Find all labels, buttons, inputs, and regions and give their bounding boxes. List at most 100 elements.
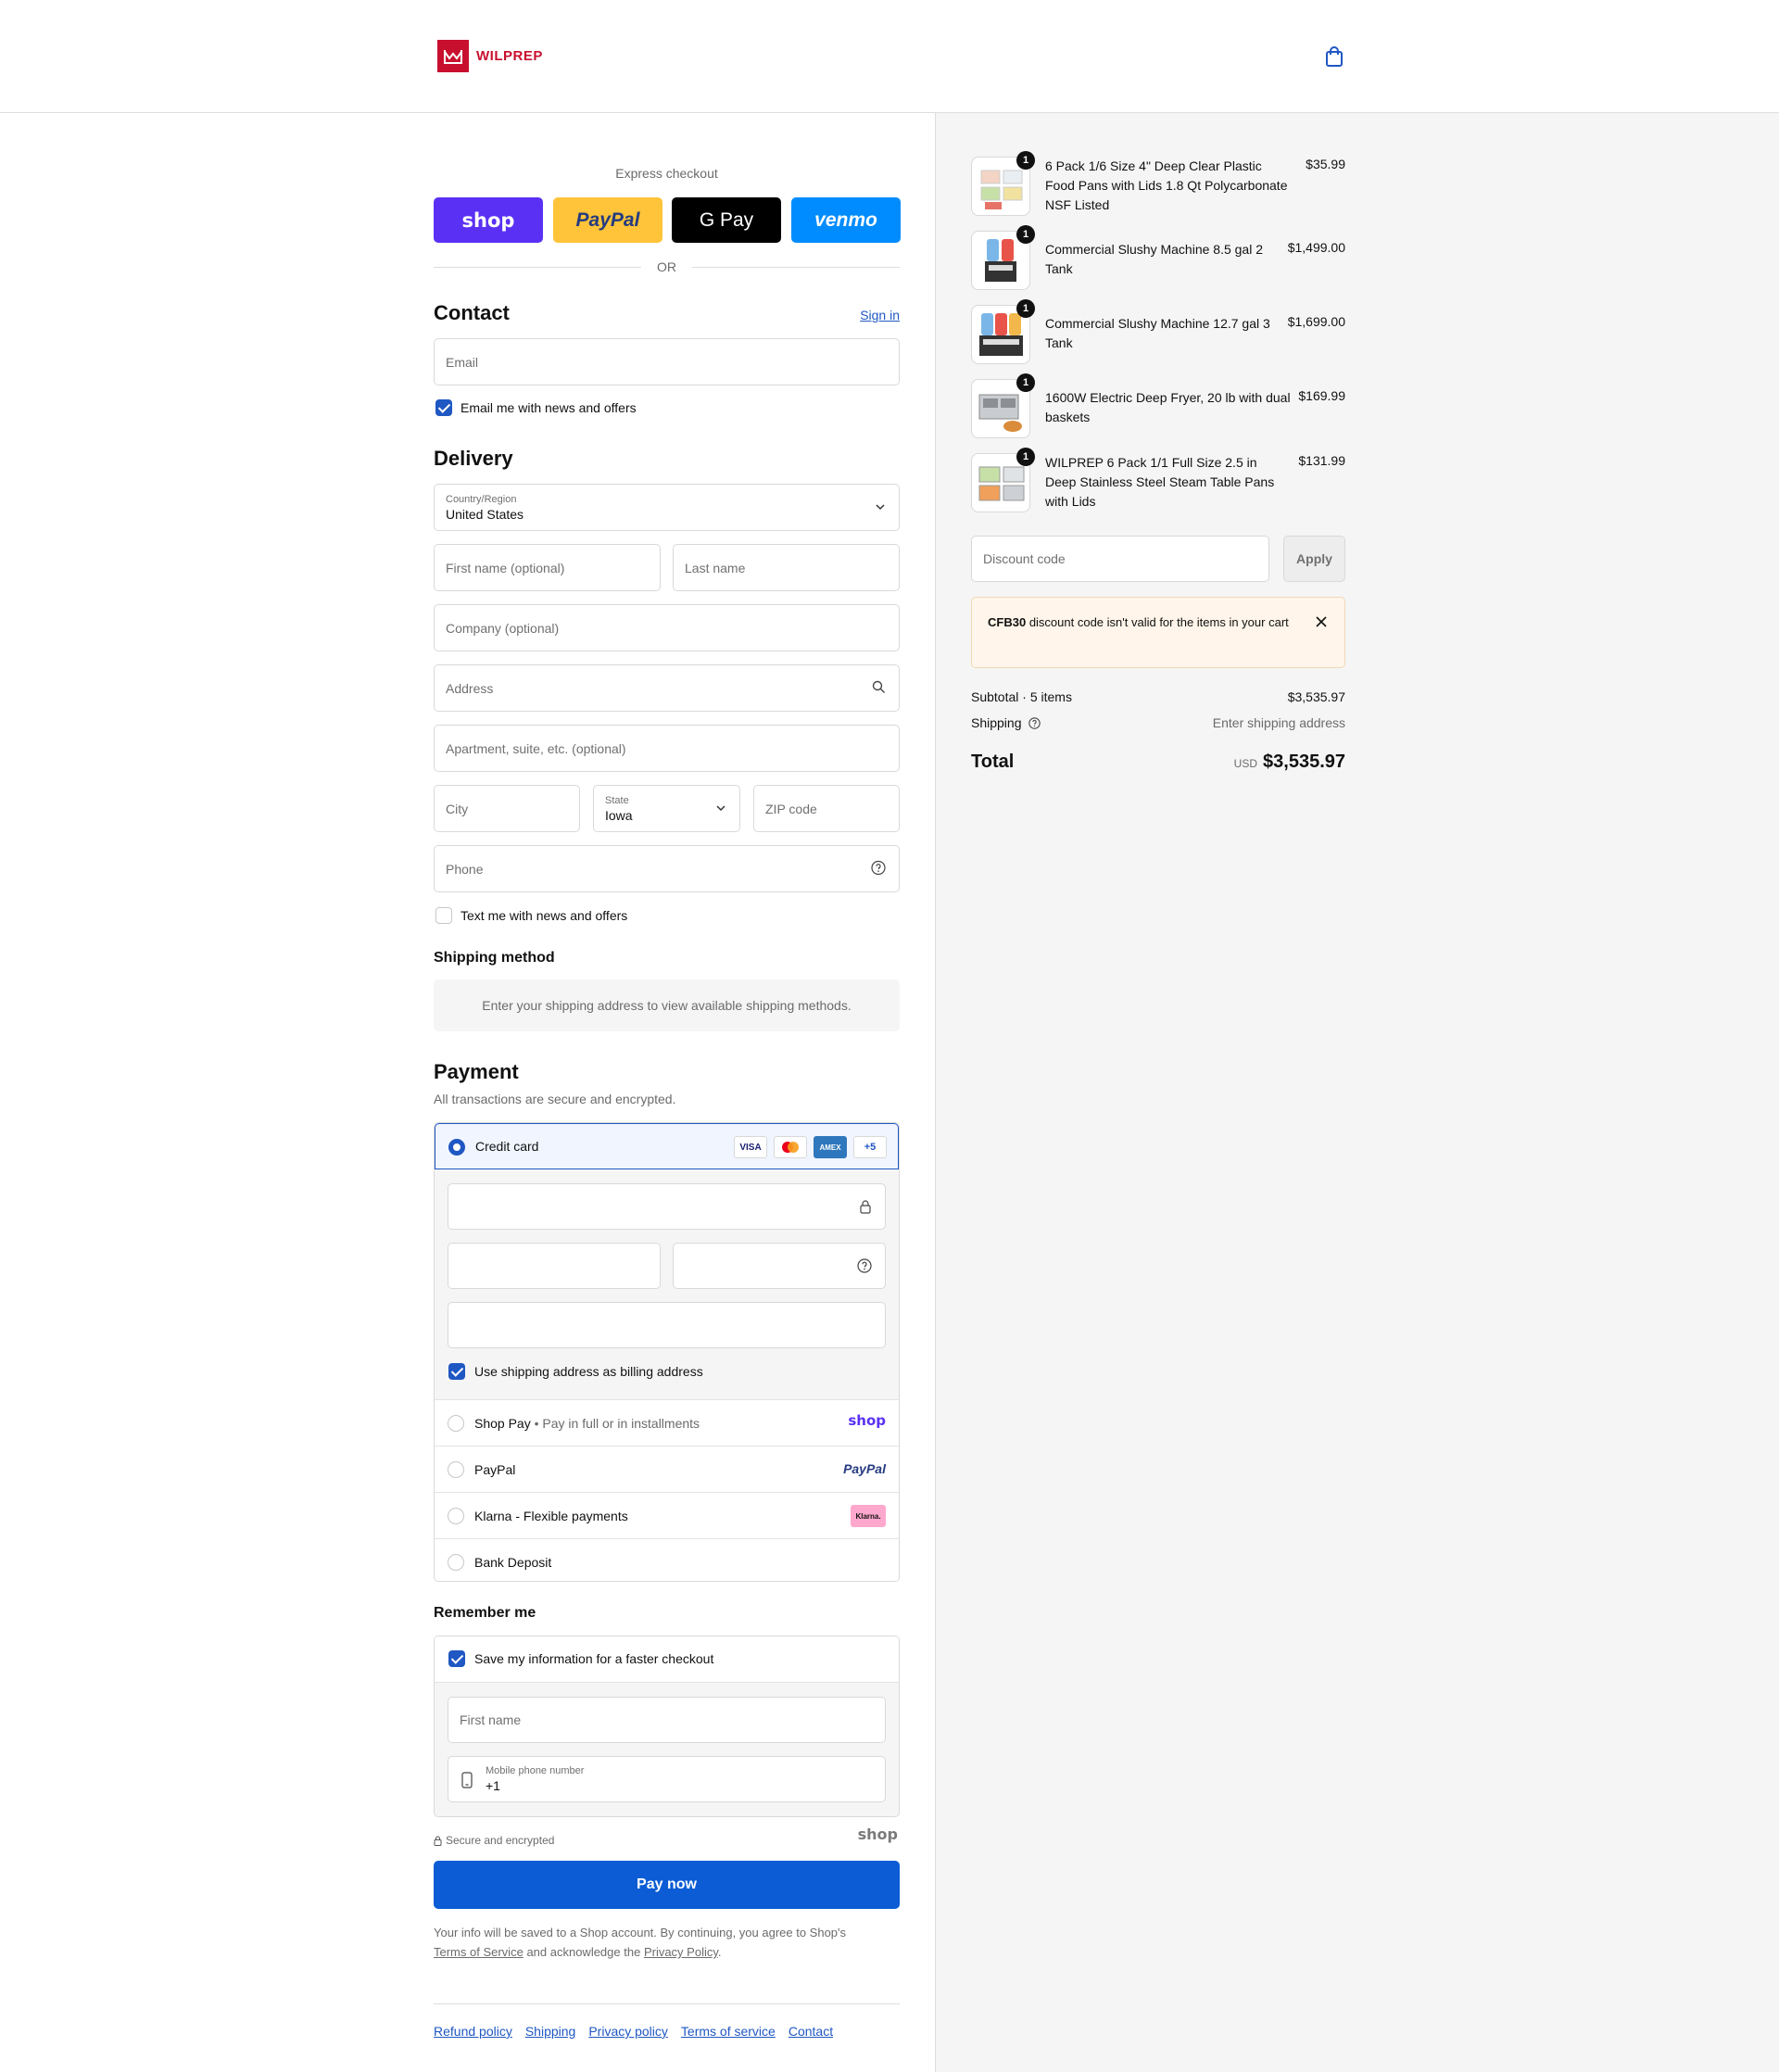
- save-info-label: Save my information for a faster checkou…: [474, 1651, 714, 1666]
- close-icon[interactable]: [1315, 614, 1328, 627]
- shop-pay-subtitle: Pay in full or in installments: [542, 1416, 700, 1431]
- secure-note: Secure and encrypted: [434, 1834, 554, 1847]
- mobile-phone-field[interactable]: Mobile phone number +1: [448, 1756, 886, 1802]
- shop-terms-link[interactable]: Terms of Service: [434, 1945, 524, 1959]
- zip-field[interactable]: ZIP code: [753, 785, 900, 832]
- venmo-button[interactable]: venmo: [791, 197, 901, 243]
- remember-me-title: Remember me: [434, 1605, 536, 1621]
- item-price: $1,499.00: [1287, 240, 1345, 255]
- country-select[interactable]: Country/Region United States: [434, 484, 900, 531]
- logo-mark-icon: [437, 40, 469, 72]
- state-select[interactable]: State Iowa: [593, 785, 740, 832]
- remember-me-box: Save my information for a faster checkou…: [434, 1636, 900, 1817]
- total-row: Total USD $3,535.97: [971, 752, 1345, 773]
- paypal-option[interactable]: PayPal PayPal: [435, 1446, 899, 1492]
- name-on-card-field[interactable]: [448, 1302, 886, 1348]
- credit-card-option[interactable]: Credit card VISA AMEX +5: [435, 1123, 899, 1169]
- expiration-date-field[interactable]: [448, 1243, 661, 1289]
- company-field[interactable]: Company (optional): [434, 604, 900, 651]
- phone-field[interactable]: Phone: [434, 845, 900, 892]
- shop-pay-logo: shop: [848, 1412, 886, 1429]
- save-info-row[interactable]: Save my information for a faster checkou…: [435, 1636, 899, 1682]
- quantity-badge: 1: [1016, 151, 1035, 170]
- phone-placeholder: Phone: [446, 861, 484, 877]
- last-name-field[interactable]: Last name: [673, 544, 900, 591]
- shop-account-form: First name Mobile phone number +1: [435, 1682, 899, 1816]
- mobile-phone-value: +1: [486, 1778, 500, 1793]
- item-name: 6 Pack 1/6 Size 4" Deep Clear Plastic Fo…: [1045, 158, 1288, 212]
- apartment-field[interactable]: Apartment, suite, etc. (optional): [434, 725, 900, 772]
- refund-policy-link[interactable]: Refund policy: [434, 2024, 512, 2039]
- first-name-placeholder: First name (optional): [446, 560, 565, 575]
- delivery-title: Delivery: [434, 447, 513, 470]
- company-placeholder: Company (optional): [446, 620, 560, 636]
- pay-now-button[interactable]: Pay now: [434, 1861, 900, 1909]
- quantity-badge: 1: [1016, 448, 1035, 466]
- lock-icon: [434, 1836, 442, 1846]
- email-field[interactable]: Email: [434, 338, 900, 385]
- header: WILPREP: [0, 0, 1779, 113]
- more-cards-badge: +5: [853, 1136, 887, 1158]
- billing-address-checkbox[interactable]: [448, 1363, 465, 1380]
- paypal-radio[interactable]: [448, 1461, 464, 1478]
- payment-subtitle: All transactions are secure and encrypte…: [434, 1092, 676, 1106]
- shop-privacy-link[interactable]: Privacy Policy: [644, 1945, 718, 1959]
- discount-code-placeholder: Discount code: [983, 551, 1066, 566]
- email-news-checkbox[interactable]: [435, 399, 452, 416]
- first-name-field[interactable]: First name (optional): [434, 544, 661, 591]
- save-info-checkbox[interactable]: [448, 1650, 465, 1667]
- help-circle-icon[interactable]: [857, 1258, 872, 1276]
- help-circle-icon[interactable]: [871, 860, 886, 878]
- shop-pay-button[interactable]: shop: [434, 197, 543, 243]
- sign-in-link[interactable]: Sign in: [860, 308, 900, 322]
- klarna-logo: Klarna.: [851, 1505, 886, 1527]
- terms-of-service-link[interactable]: Terms of service: [681, 2024, 776, 2039]
- bank-deposit-radio[interactable]: [448, 1554, 464, 1571]
- shipping-method-notice: Enter your shipping address to view avai…: [434, 979, 900, 1031]
- secure-label: Secure and encrypted: [446, 1834, 555, 1847]
- city-placeholder: City: [446, 801, 469, 816]
- payment-methods: Credit card VISA AMEX +5 Use shipping ad…: [434, 1122, 900, 1582]
- bank-deposit-option[interactable]: Bank Deposit: [435, 1538, 899, 1581]
- security-code-field[interactable]: [673, 1243, 886, 1289]
- item-name: 1600W Electric Deep Fryer, 20 lb with du…: [1045, 390, 1291, 424]
- discount-code-input[interactable]: Discount code: [971, 536, 1269, 582]
- paypal-button[interactable]: PayPal: [553, 197, 662, 243]
- footer-links: Refund policy Shipping Privacy policy Te…: [434, 2024, 833, 2039]
- mastercard-icon: [774, 1136, 807, 1158]
- quantity-badge: 1: [1016, 225, 1035, 244]
- shop-pay-radio[interactable]: [448, 1415, 464, 1432]
- privacy-policy-link[interactable]: Privacy policy: [588, 2024, 668, 2039]
- card-number-field[interactable]: [448, 1183, 886, 1230]
- remember-first-name-field[interactable]: First name: [448, 1697, 886, 1743]
- google-pay-button[interactable]: G Pay: [672, 197, 781, 243]
- brand-logo[interactable]: WILPREP: [437, 40, 543, 72]
- shipping-method-title: Shipping method: [434, 950, 555, 966]
- klarna-option[interactable]: Klarna - Flexible payments Klarna.: [435, 1492, 899, 1538]
- contact-link[interactable]: Contact: [789, 2024, 833, 2039]
- currency-code: USD: [1233, 757, 1258, 770]
- credit-card-radio[interactable]: [448, 1139, 465, 1156]
- quantity-badge: 1: [1016, 373, 1035, 392]
- amex-icon: AMEX: [814, 1136, 847, 1158]
- shipping-row: Shipping Enter shipping address: [971, 715, 1345, 730]
- address-field[interactable]: Address: [434, 664, 900, 712]
- footer-divider: [434, 2003, 900, 2004]
- city-field[interactable]: City: [434, 785, 580, 832]
- shipping-label: Shipping: [971, 715, 1022, 730]
- lock-icon: [859, 1199, 872, 1217]
- shopping-bag-icon[interactable]: [1323, 45, 1345, 68]
- apply-discount-button[interactable]: Apply: [1283, 536, 1345, 582]
- subtotal-value: $3,535.97: [1287, 689, 1345, 704]
- brand-name: WILPREP: [476, 48, 543, 64]
- search-icon: [872, 680, 886, 697]
- help-circle-icon[interactable]: [1028, 717, 1041, 732]
- item-price: $169.99: [1298, 388, 1345, 403]
- legal-text-part-2: and acknowledge the: [526, 1945, 641, 1959]
- shipping-link[interactable]: Shipping: [525, 2024, 576, 2039]
- paypal-label: PayPal: [474, 1462, 516, 1477]
- alert-discount-code: CFB30: [988, 615, 1027, 629]
- shop-pay-option[interactable]: Shop Pay • Pay in full or in installment…: [435, 1399, 899, 1446]
- klarna-radio[interactable]: [448, 1508, 464, 1524]
- text-news-checkbox[interactable]: [435, 907, 452, 924]
